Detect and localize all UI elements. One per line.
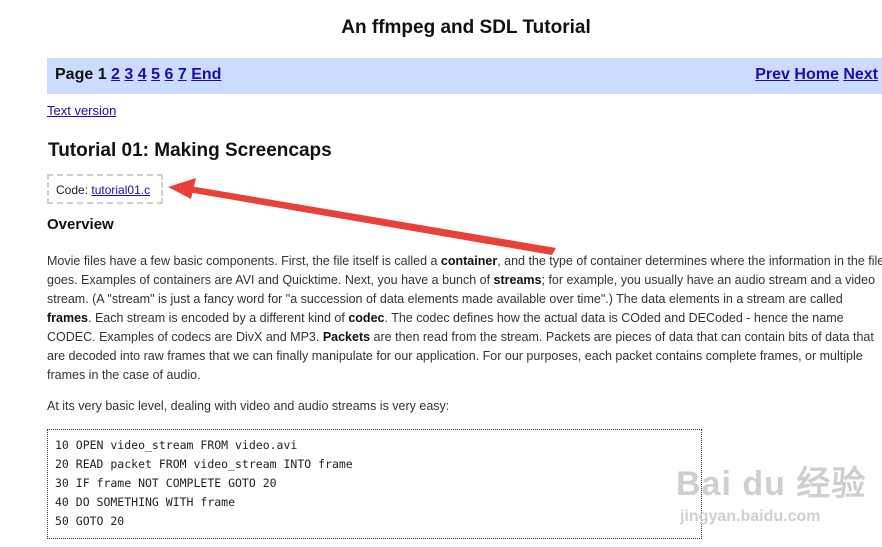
code-line: 50 GOTO 20	[55, 514, 125, 528]
term-streams: streams	[493, 273, 542, 287]
code-line: 20 READ packet FROM video_stream INTO fr…	[55, 457, 353, 471]
code-file-box: Code: tutorial01.c	[47, 174, 163, 204]
page-links: Page 1 2 3 4 5 6 7 End	[55, 66, 221, 84]
code-label: Code:	[56, 183, 89, 197]
paragraph-text: . Each stream is encoded by a different …	[88, 311, 349, 325]
prev-link[interactable]: Prev	[755, 66, 790, 83]
page-link-3[interactable]: 3	[124, 66, 133, 83]
overview-paragraph: Movie files have a few basic components.…	[47, 252, 882, 385]
pseudocode-listing: 10 OPEN video_stream FROM video.avi 20 R…	[47, 429, 702, 539]
tutorial-title: Tutorial 01: Making Screencaps	[48, 140, 332, 161]
term-codec: codec	[348, 311, 385, 325]
end-link[interactable]: End	[191, 66, 221, 83]
page-link-2[interactable]: 2	[111, 66, 120, 83]
intro-line: At its very basic level, dealing with vi…	[47, 399, 450, 413]
page-link-5[interactable]: 5	[151, 66, 160, 83]
code-line: 10 OPEN video_stream FROM video.avi	[55, 438, 298, 452]
annotation-arrow-shaft	[176, 184, 556, 255]
annotation-arrow-head	[168, 178, 196, 199]
overview-heading: Overview	[47, 216, 114, 233]
watermark-url: jingyan.baidu.com	[680, 508, 821, 525]
page-link-6[interactable]: 6	[164, 66, 173, 83]
baidu-watermark: Bai du 经验 jingyan.baidu.com	[672, 450, 872, 540]
page-link-7[interactable]: 7	[178, 66, 187, 83]
term-frames: frames	[47, 311, 88, 325]
code-line: 30 IF frame NOT COMPLETE GOTO 20	[55, 476, 277, 490]
watermark-logo-text: Bai du 经验	[676, 465, 867, 503]
term-packets: Packets	[322, 330, 371, 344]
page-navigation-bar: Page 1 2 3 4 5 6 7 End Prev Home Next	[47, 58, 882, 94]
current-page-label: Page 1	[55, 66, 107, 83]
code-file-link[interactable]: tutorial01.c	[91, 183, 150, 197]
paragraph-text: Movie files have a few basic components.…	[47, 254, 441, 268]
site-title: An ffmpeg and SDL Tutorial	[341, 17, 591, 38]
code-line: 40 DO SOMETHING WITH frame	[55, 495, 236, 509]
prev-home-next-links: Prev Home Next	[755, 66, 878, 84]
text-version-link[interactable]: Text version	[47, 103, 116, 118]
term-container: container	[440, 254, 498, 268]
home-link[interactable]: Home	[794, 66, 838, 83]
page-link-4[interactable]: 4	[138, 66, 147, 83]
next-link[interactable]: Next	[843, 66, 878, 83]
